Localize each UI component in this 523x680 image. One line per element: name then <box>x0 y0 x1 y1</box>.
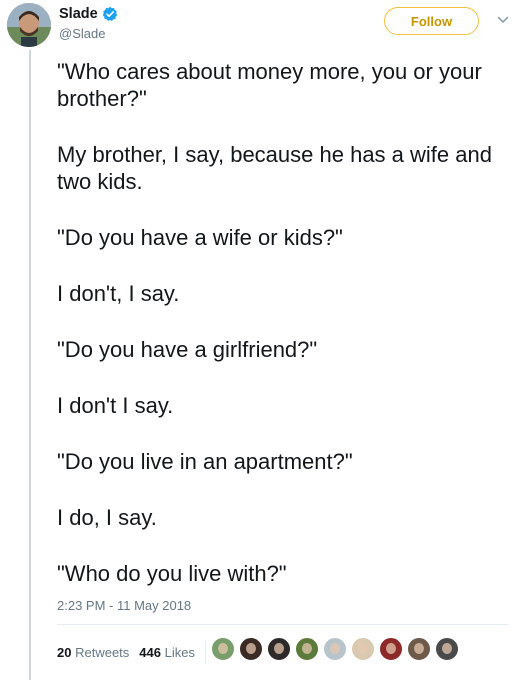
tweet-stats: 20 Retweets 446 Likes <box>57 640 214 664</box>
liker-avatar[interactable] <box>351 637 375 661</box>
display-name[interactable]: Slade <box>59 6 98 22</box>
avatar[interactable] <box>7 3 51 47</box>
chevron-down-icon[interactable] <box>496 13 510 27</box>
liker-avatar-face <box>274 643 284 654</box>
tweet-paragraph: My brother, I say, because he has a wife… <box>57 142 492 194</box>
retweets-stat[interactable]: 20 Retweets <box>57 645 129 660</box>
user-handle[interactable]: @Slade <box>59 26 105 41</box>
thread-line <box>29 50 31 680</box>
name-row: Slade <box>59 6 118 22</box>
stats-divider <box>57 624 509 625</box>
liker-avatar[interactable] <box>407 637 431 661</box>
liker-avatar-face <box>386 643 396 654</box>
liker-avatar-face <box>414 643 424 654</box>
tweet-paragraph: I don't, I say. <box>57 281 180 306</box>
liker-avatar-face <box>442 643 452 654</box>
tweet-paragraph: I don't I say. <box>57 393 174 418</box>
tweet-paragraph: I do, I say. <box>57 505 157 530</box>
tweet-header: Slade @Slade Follow <box>0 0 523 52</box>
tweet-paragraph: "Do you have a wife or kids?" <box>57 225 343 250</box>
liker-avatar[interactable] <box>267 637 291 661</box>
liker-avatar[interactable] <box>295 637 319 661</box>
liker-avatar[interactable] <box>379 637 403 661</box>
likes-count: 446 <box>139 644 161 660</box>
liker-avatar-face <box>358 643 368 654</box>
liker-avatar[interactable] <box>239 637 263 661</box>
tweet-paragraph: "Do you have a girlfriend?" <box>57 337 318 362</box>
liker-avatar-face <box>218 643 228 654</box>
tweet-text: "Who cares about money more, you or your… <box>57 58 507 616</box>
retweets-label: Retweets <box>75 644 130 660</box>
liker-avatar-face <box>246 643 256 654</box>
tweet-paragraph: "Do you live in an apartment?" <box>57 449 353 474</box>
liker-avatar[interactable] <box>211 637 235 661</box>
tweet-paragraph: "Who cares about money more, you or your… <box>57 59 482 111</box>
liker-avatar-face <box>302 643 312 654</box>
stats-separator <box>204 640 206 664</box>
liker-avatar[interactable] <box>435 637 459 661</box>
verified-badge-icon <box>102 6 118 22</box>
liker-avatar[interactable] <box>323 637 347 661</box>
likes-label: Likes <box>164 644 195 660</box>
retweets-count: 20 <box>57 644 72 660</box>
likes-stat[interactable]: 446 Likes <box>139 645 195 660</box>
tweet-paragraph: "Who do you live with?" <box>57 561 287 586</box>
likers-avatars <box>211 637 463 661</box>
liker-avatar-face <box>330 643 340 654</box>
tweet-timestamp[interactable]: 2:23 PM - 11 May 2018 <box>57 598 191 613</box>
follow-button[interactable]: Follow <box>384 7 479 35</box>
